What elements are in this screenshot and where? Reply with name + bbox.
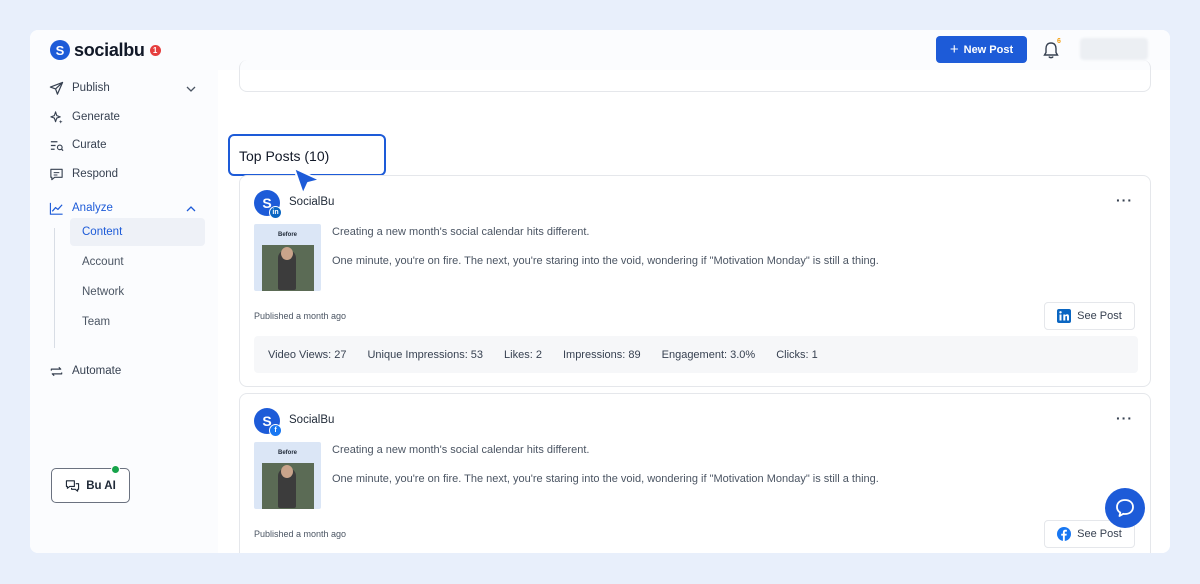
post-card: S in SocialBu ··· Before Creating a new … <box>239 175 1151 387</box>
post-text-line: Creating a new month's social calendar h… <box>332 444 590 456</box>
thumbnail-label: Before <box>277 450 297 456</box>
sidebar-subitem-team[interactable]: Team <box>70 308 205 336</box>
plus-icon: + <box>949 41 959 58</box>
sidebar-item-analyze[interactable]: Analyze <box>48 198 113 218</box>
send-icon <box>48 80 64 96</box>
bu-ai-button[interactable]: Bu AI <box>51 468 130 503</box>
more-options-icon[interactable]: ··· <box>1116 410 1133 426</box>
thumbnail-label: Before <box>277 232 297 238</box>
sidebar-subitem-label: Account <box>82 256 124 268</box>
main-content: Top Posts (10) S in SocialBu ··· Before … <box>218 60 1170 553</box>
repeat-icon <box>48 363 64 379</box>
chat-icon <box>1116 499 1134 517</box>
linkedin-icon <box>1057 309 1072 323</box>
stat-unique-impressions: Unique Impressions: 53 <box>367 348 484 361</box>
sidebar-subitem-label: Network <box>82 286 125 298</box>
sidebar-subitem-label: Team <box>82 316 111 328</box>
post-thumbnail[interactable]: Before <box>254 442 321 509</box>
sidebar-item-respond[interactable]: Respond <box>48 164 118 184</box>
see-post-label: See Post <box>1077 310 1122 322</box>
sidebar-item-label: Generate <box>72 111 120 123</box>
chart-icon <box>48 200 64 216</box>
sidebar-subitem-label: Content <box>82 226 123 238</box>
published-time: Published a month ago <box>254 529 347 539</box>
new-post-label: New Post <box>963 43 1014 56</box>
facebook-icon: f <box>269 424 282 437</box>
stat-likes: Likes: 2 <box>504 348 542 361</box>
thumbnail-face <box>281 247 293 260</box>
curate-icon <box>48 137 64 153</box>
sidebar-item-label: Analyze <box>72 202 113 214</box>
post-text-line: One minute, you're on fire. The next, yo… <box>332 473 879 485</box>
see-post-label: See Post <box>1077 528 1122 540</box>
linkedin-icon: in <box>269 206 282 219</box>
message-icon <box>48 166 64 182</box>
chat-bubbles-icon <box>65 479 80 493</box>
logo[interactable]: S socialbu 1 <box>50 39 161 61</box>
sidebar-subitem-network[interactable]: Network <box>70 278 205 306</box>
post-thumbnail[interactable]: Before <box>254 224 321 291</box>
sidebar-item-automate[interactable]: Automate <box>48 361 121 381</box>
cursor-arrow-icon <box>293 167 321 195</box>
account-name: SocialBu <box>289 196 335 208</box>
chevron-up-icon[interactable] <box>185 203 197 215</box>
post-text-line: Creating a new month's social calendar h… <box>332 226 590 238</box>
see-post-button[interactable]: See Post <box>1044 302 1135 330</box>
sidebar-item-label: Publish <box>72 82 110 94</box>
sidebar-item-curate[interactable]: Curate <box>48 135 107 155</box>
stat-impressions: Impressions: 89 <box>562 348 641 361</box>
app-window: S socialbu 1 + New Post 6 Publish Genera… <box>30 30 1170 553</box>
post-card: S f SocialBu ··· Before Creating a new m… <box>239 393 1151 553</box>
sidebar-item-label: Automate <box>72 365 122 377</box>
chevron-down-icon[interactable] <box>185 83 197 95</box>
bell-badge: 6 <box>1057 38 1061 45</box>
section-title: Top Posts (10) <box>239 148 330 164</box>
stat-video-views: Video Views: 27 <box>268 348 347 361</box>
sidebar-subitem-content[interactable]: Content <box>70 218 205 246</box>
notification-count-badge: 1 <box>149 44 161 56</box>
new-post-button[interactable]: + New Post <box>936 36 1027 63</box>
sidebar-item-label: Respond <box>72 168 119 180</box>
user-menu[interactable] <box>1080 38 1148 60</box>
sparkle-icon <box>48 109 64 125</box>
post-stats-bar: Video Views: 27 Unique Impressions: 53 L… <box>254 336 1138 373</box>
post-text-line: One minute, you're on fire. The next, yo… <box>332 255 879 267</box>
stat-engagement: Engagement: 3.0% <box>661 348 756 361</box>
published-time: Published a month ago <box>254 311 347 321</box>
submenu-line <box>54 228 55 348</box>
stat-clicks: Clicks: 1 <box>776 348 818 361</box>
sidebar-item-label: Curate <box>72 139 107 151</box>
thumbnail-face <box>281 465 293 478</box>
online-status-dot <box>111 465 120 474</box>
account-name: SocialBu <box>289 414 335 426</box>
logo-text: socialbu <box>74 39 145 60</box>
previous-card <box>239 60 1151 92</box>
sidebar-item-publish[interactable]: Publish <box>48 78 110 98</box>
facebook-icon <box>1057 527 1072 541</box>
sidebar-subitem-account[interactable]: Account <box>70 248 205 276</box>
more-options-icon[interactable]: ··· <box>1116 192 1133 208</box>
logo-mark-icon: S <box>50 40 70 60</box>
bu-ai-label: Bu AI <box>86 479 116 492</box>
sidebar-item-generate[interactable]: Generate <box>48 107 120 127</box>
support-chat-button[interactable] <box>1105 488 1145 528</box>
